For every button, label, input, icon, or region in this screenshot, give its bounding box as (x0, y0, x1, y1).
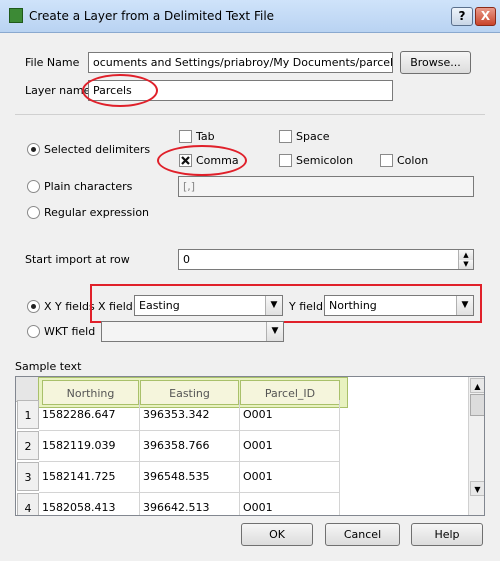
space-label: Space (296, 130, 330, 143)
sample-text-label: Sample text (15, 360, 82, 373)
file-name-input[interactable]: ocuments and Settings/priabroy/My Docume… (88, 52, 393, 73)
help-button[interactable]: Help (411, 523, 483, 546)
row-number: 3 (17, 462, 39, 491)
table-cell: 396548.535 (140, 462, 240, 493)
table-corner (16, 377, 39, 402)
annotation-circle-layer-name (82, 74, 158, 107)
app-icon (9, 8, 23, 23)
row-number: 2 (17, 431, 39, 460)
wkt-field-label: WKT field (44, 325, 96, 338)
table-cell: O001 (240, 431, 340, 462)
wkt-field-select[interactable]: ▼ (101, 321, 284, 342)
scroll-thumb[interactable] (470, 394, 484, 416)
selected-delimiters-radio[interactable] (27, 143, 40, 156)
wkt-field-radio[interactable] (27, 325, 40, 338)
table-cell: O001 (240, 400, 340, 431)
table-cell: O001 (240, 462, 340, 493)
tab-checkbox[interactable] (179, 130, 192, 143)
spin-up-icon[interactable]: ▲ (458, 250, 473, 260)
start-row-label: Start import at row (25, 253, 130, 266)
xy-fields-label: X Y fields (44, 300, 95, 313)
layer-name-label: Layer name (25, 84, 91, 97)
xy-fields-radio[interactable] (27, 300, 40, 313)
spin-down-icon[interactable]: ▼ (458, 260, 473, 269)
vertical-scrollbar[interactable]: ▲ ▼ (468, 377, 484, 515)
chevron-down-icon: ▼ (266, 322, 283, 341)
table-cell: O001 (240, 493, 340, 515)
separator (15, 114, 485, 115)
regular-expression-label: Regular expression (44, 206, 150, 219)
plain-characters-radio[interactable] (27, 180, 40, 193)
annotation-circle-comma (157, 145, 247, 176)
tab-label: Tab (196, 130, 215, 143)
table-cell: 1582119.039 (39, 431, 140, 462)
selected-delimiters-label: Selected delimiters (44, 143, 151, 156)
browse-button[interactable]: Browse... (400, 51, 471, 74)
annotation-rect-xy-fields (90, 284, 482, 323)
file-name-label: File Name (25, 56, 80, 69)
window-title: Create a Layer from a Delimited Text Fil… (29, 9, 275, 23)
ok-button[interactable]: OK (241, 523, 313, 546)
cancel-button[interactable]: Cancel (325, 523, 400, 546)
table-cell: 1582141.725 (39, 462, 140, 493)
plain-characters-input[interactable]: [,] (178, 176, 474, 197)
sample-table: Northing Easting Parcel_ID 1 1582286.647… (15, 376, 485, 516)
colon-label: Colon (397, 154, 429, 167)
table-cell: 1582286.647 (39, 400, 140, 431)
row-number: 4 (17, 493, 39, 515)
plain-characters-label: Plain characters (44, 180, 133, 193)
semicolon-checkbox[interactable] (279, 154, 292, 167)
start-row-value: 0 (183, 253, 190, 266)
help-title-button[interactable]: ? (451, 7, 473, 26)
semicolon-label: Semicolon (296, 154, 354, 167)
regular-expression-radio[interactable] (27, 206, 40, 219)
table-cell: 1582058.413 (39, 493, 140, 515)
table-cell: 396642.513 (140, 493, 240, 515)
colon-checkbox[interactable] (380, 154, 393, 167)
scroll-up-icon[interactable]: ▲ (470, 378, 484, 393)
table-cell: 396353.342 (140, 400, 240, 431)
row-number: 1 (17, 400, 39, 429)
start-row-spinbox[interactable]: 0 (178, 249, 474, 270)
scroll-down-icon[interactable]: ▼ (470, 481, 484, 496)
close-button[interactable]: X (475, 7, 496, 26)
table-cell: 396358.766 (140, 431, 240, 462)
space-checkbox[interactable] (279, 130, 292, 143)
